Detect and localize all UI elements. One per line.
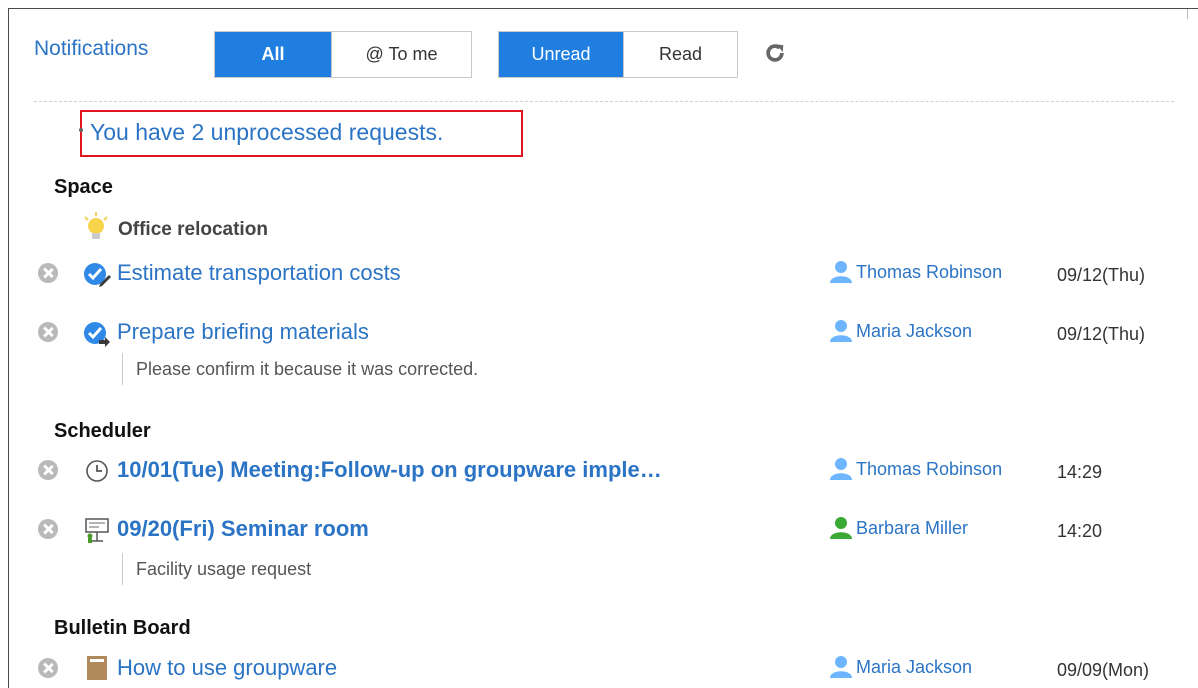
user-link[interactable]: Thomas Robinson bbox=[828, 457, 1002, 481]
user-icon bbox=[830, 656, 852, 678]
notification-title-link[interactable]: Prepare briefing materials bbox=[117, 319, 369, 345]
dismiss-button[interactable] bbox=[38, 658, 58, 678]
notification-comment: Please confirm it because it was correct… bbox=[122, 353, 478, 385]
notification-comment: Facility usage request bbox=[122, 553, 311, 585]
divider bbox=[1187, 9, 1188, 19]
dismiss-button[interactable] bbox=[38, 460, 58, 480]
user-name: Maria Jackson bbox=[856, 656, 973, 677]
read-status-filter: Unread Read bbox=[498, 31, 738, 78]
user-name: Barbara Miller bbox=[856, 517, 969, 538]
notification-title-link[interactable]: 09/20(Fri) Seminar room bbox=[117, 516, 369, 542]
section-title-space: Space bbox=[54, 176, 113, 198]
section-title-bulletin-board: Bulletin Board bbox=[54, 617, 191, 639]
user-name: Maria Jackson bbox=[856, 320, 973, 341]
space-app-title: Office relocation bbox=[118, 219, 268, 240]
filter-unread-button[interactable]: Unread bbox=[499, 32, 623, 77]
filter-read-button[interactable]: Read bbox=[623, 32, 737, 77]
dismiss-button[interactable] bbox=[38, 322, 58, 342]
dismiss-button[interactable] bbox=[38, 519, 58, 539]
notification-title-link[interactable]: Estimate transportation costs bbox=[117, 260, 401, 286]
notification-row: Prepare briefing materials Maria Jackson… bbox=[38, 316, 1188, 348]
user-name: Thomas Robinson bbox=[856, 458, 1003, 479]
notification-date: 14:20 bbox=[1057, 521, 1103, 541]
bullet bbox=[79, 128, 83, 132]
section-title-scheduler: Scheduler bbox=[54, 420, 151, 442]
notification-row: 10/01(Tue) Meeting:Follow-up on groupwar… bbox=[38, 454, 1188, 486]
notification-date: 09/12(Thu) bbox=[1057, 265, 1146, 285]
user-link[interactable]: Thomas Robinson bbox=[828, 260, 1002, 284]
facility-icon bbox=[85, 518, 109, 543]
notification-row: 09/20(Fri) Seminar room Barbara Miller 1… bbox=[38, 513, 1188, 545]
divider bbox=[34, 101, 1174, 102]
todo-forward-icon bbox=[84, 322, 110, 347]
todo-check-icon bbox=[84, 263, 111, 287]
notification-title-link[interactable]: How to use groupware bbox=[117, 655, 337, 681]
notification-date: 09/09(Mon) bbox=[1057, 660, 1150, 680]
filter-all-button[interactable]: All bbox=[215, 32, 331, 77]
filter-to-me-button[interactable]: @ To me bbox=[331, 32, 471, 77]
dismiss-button[interactable] bbox=[38, 263, 58, 283]
notification-date: 09/12(Thu) bbox=[1057, 324, 1146, 344]
notification-date: 14:29 bbox=[1057, 462, 1103, 482]
user-icon bbox=[830, 261, 852, 283]
user-name: Thomas Robinson bbox=[856, 261, 1003, 282]
notification-title-link[interactable]: 10/01(Tue) Meeting:Follow-up on groupwar… bbox=[117, 457, 662, 483]
notification-row: Estimate transportation costs Thomas Rob… bbox=[38, 257, 1188, 289]
user-link[interactable]: Maria Jackson bbox=[828, 319, 972, 343]
user-link[interactable]: Barbara Miller bbox=[828, 516, 968, 540]
refresh-icon[interactable] bbox=[764, 42, 786, 64]
page-title: Notifications bbox=[34, 37, 149, 60]
user-icon bbox=[830, 458, 852, 480]
notifications-toolbar: Notifications All @ To me Unread Read bbox=[34, 30, 1184, 78]
notification-row: How to use groupware Maria Jackson 09/09… bbox=[38, 652, 1188, 684]
space-lightbulb-icon bbox=[84, 212, 108, 239]
bulletin-icon bbox=[87, 656, 107, 680]
clock-icon bbox=[86, 460, 108, 482]
user-icon bbox=[830, 517, 852, 539]
user-icon bbox=[830, 320, 852, 342]
user-link[interactable]: Maria Jackson bbox=[828, 655, 972, 679]
recipient-filter: All @ To me bbox=[214, 31, 472, 78]
unprocessed-requests-link[interactable]: You have 2 unprocessed requests. bbox=[90, 119, 443, 146]
